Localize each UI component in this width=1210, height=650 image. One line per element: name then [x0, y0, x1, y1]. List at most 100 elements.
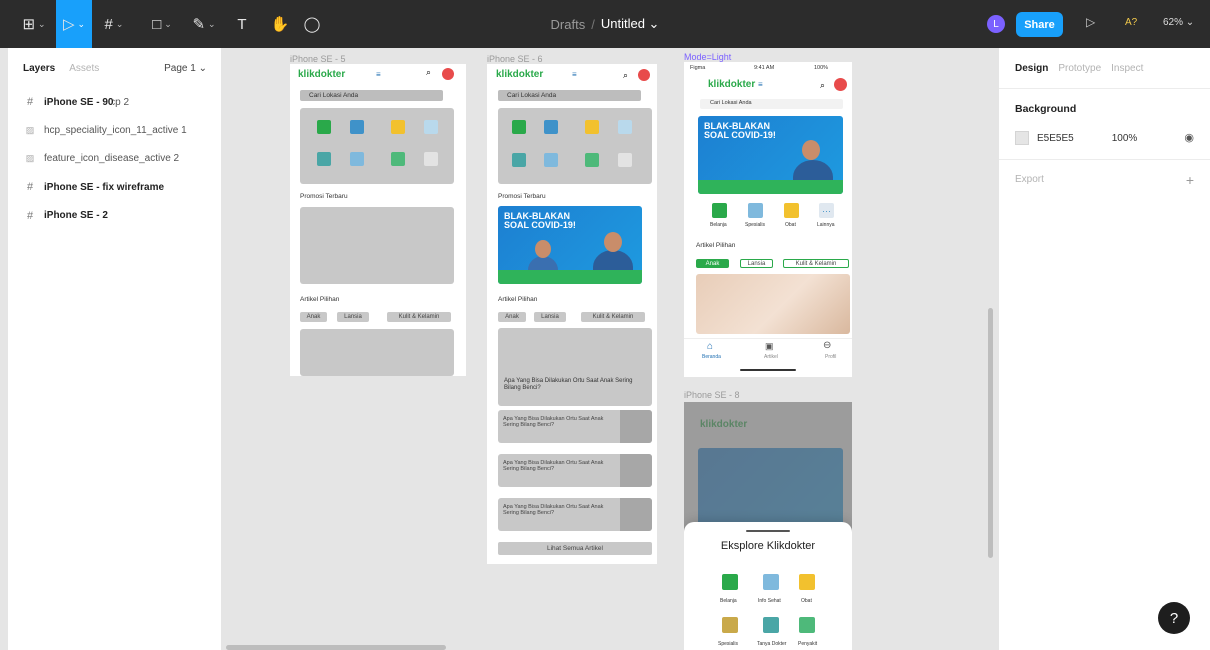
layer-row[interactable]: # iPhone SE - 2	[8, 201, 108, 230]
layer-row[interactable]: # iPhone SE - 9	[8, 88, 108, 117]
promo-title: Promosi Terbaru	[498, 193, 546, 200]
help-button[interactable]: ?	[1158, 602, 1190, 634]
banner-person-head	[802, 140, 820, 160]
menu-icon: ≡	[572, 70, 577, 79]
sheet-handle	[746, 530, 790, 532]
drafts-link[interactable]: Drafts	[551, 17, 586, 32]
tab-design[interactable]: Design	[1015, 63, 1048, 74]
location-text: Cari Lokasi Anda	[507, 92, 557, 99]
page-selector[interactable]: Page 1 ⌄	[164, 63, 207, 74]
breadcrumb-separator: /	[591, 16, 595, 32]
klikdokter-logo: klikdokter	[298, 69, 346, 80]
promo-banner: BLAK-BLAKAN SOAL COVID-19!	[698, 116, 843, 194]
nav-profil: Profil	[825, 354, 837, 360]
chip-lansia: Lansia	[337, 312, 369, 322]
banner-title: BLAK-BLAKAN SOAL COVID-19!	[504, 211, 576, 230]
frame-iphone-se-6[interactable]: klikdokter ≡ ⌕ Cari Lokasi Anda Promosi …	[487, 64, 657, 564]
layer-label: hcp_speciality_icon_11_active 1	[44, 125, 187, 137]
user-avatar[interactable]: L	[987, 15, 1005, 33]
tab-assets[interactable]: Assets	[69, 63, 99, 74]
image-icon: ▨	[25, 125, 35, 136]
article-card: Apa Yang Bisa Dilakukan Ortu Saat Anak S…	[498, 454, 652, 487]
move-tool-button[interactable]: ▷ ⌄	[56, 0, 92, 48]
article-icon: ▣	[765, 341, 774, 351]
nav-beranda: Beranda	[702, 354, 721, 360]
menu-icon: ≡	[376, 70, 381, 79]
see-all-articles-button: Lihat Semua Artikel	[498, 542, 652, 555]
zoom-menu[interactable]: 62% ⌄	[1163, 17, 1194, 28]
layer-row[interactable]: # iPhone SE - fix wireframe	[8, 173, 165, 202]
frame-icon: #	[26, 181, 34, 194]
shape-tool-button[interactable]: □ ⌄	[148, 0, 176, 48]
search-icon: ⌕	[820, 80, 826, 90]
feature-icon	[512, 120, 526, 134]
article-card: Apa Yang Bisa Dilakukan Ortu Saat Anak S…	[498, 410, 652, 443]
pen-tool-button[interactable]: ✎ ⌄	[190, 0, 218, 48]
background-hex-input[interactable]: E5E5E5	[1037, 133, 1074, 144]
tab-layers[interactable]: Layers	[23, 63, 55, 74]
featured-article-title: Apa Yang Bisa Dilakukan Ortu Saat Anak S…	[504, 378, 633, 391]
sheet-item-label: Obat	[801, 598, 812, 604]
feature-icon	[712, 203, 727, 218]
hand-tool-button[interactable]: ✋	[268, 0, 292, 48]
feature-icon	[544, 153, 558, 167]
comment-tool-button[interactable]: ◯	[300, 0, 324, 48]
tab-prototype[interactable]: Prototype	[1058, 63, 1101, 74]
banner-title: BLAK-BLAKAN SOAL COVID-19!	[704, 121, 776, 140]
klikdokter-logo: klikdokter	[708, 79, 756, 90]
layer-label: iPhone SE - 2	[44, 210, 108, 222]
vertical-scrollbar[interactable]	[988, 308, 993, 558]
status-battery: 100%	[814, 65, 829, 71]
chip-kulit: Kulit & Kelamin	[783, 259, 849, 268]
file-name-menu[interactable]: Untitled ⌄	[601, 16, 660, 32]
frame-label[interactable]: iPhone SE - 8	[684, 390, 740, 400]
design-panel: Design Prototype Inspect Background E5E5…	[998, 48, 1210, 650]
promo-title: Promosi Terbaru	[300, 193, 348, 200]
layer-row[interactable]: ▨ feature_icon_disease_active 2	[8, 145, 221, 173]
layer-label: iPhone SE - 9	[44, 96, 108, 108]
font-warning-icon[interactable]: A?	[1125, 17, 1137, 28]
left-panel-tabs: Layers Assets Page 1 ⌄	[8, 48, 221, 88]
add-export-icon[interactable]: +	[1186, 172, 1194, 188]
menu-label: Lainnya	[817, 222, 835, 228]
cursor-icon: ▷	[62, 16, 75, 33]
background-opacity-input[interactable]: 100%	[1112, 133, 1138, 144]
component-label[interactable]: Mode=Light	[684, 52, 731, 62]
horizontal-scrollbar[interactable]	[226, 645, 446, 650]
background-swatch[interactable]	[1015, 131, 1029, 145]
top-toolbar: ⊞ ⌄ ▷ ⌄ # ⌄ □ ⌄ ✎ ⌄ T ✋ ◯ Drafts / Untitled ⌄…	[0, 0, 1210, 48]
banner-footer	[698, 180, 843, 194]
tab-inspect[interactable]: Inspect	[1111, 63, 1143, 74]
profile-avatar	[442, 68, 454, 80]
tanya-dokter-icon	[763, 617, 779, 633]
export-section: Export +	[999, 159, 1210, 199]
article-card: Apa Yang Bisa Dilakukan Ortu Saat Anak S…	[498, 498, 652, 531]
layers-panel: Layers Assets Page 1 ⌄ #iPhone SE - 16#i…	[8, 48, 222, 650]
share-button[interactable]: Share	[1016, 12, 1063, 37]
spesialis-icon	[722, 617, 738, 633]
eye-icon[interactable]: ◉	[1184, 131, 1194, 144]
location-text: Cari Lokasi Anda	[309, 92, 359, 99]
status-time: 9:41 AM	[754, 65, 775, 71]
canvas[interactable]: iPhone SE - 5 klikdokter ≡ ⌕ Cari Lokasi…	[222, 48, 998, 650]
more-icon: ···	[819, 203, 834, 218]
frame-mode-light[interactable]: Figma 9:41 AM 100% klikdokter ≡ ⌕ Cari L…	[684, 62, 852, 377]
rectangle-icon: □	[152, 15, 162, 33]
chip-kulit: Kulit & Kelamin	[387, 312, 451, 322]
banner-footer	[498, 270, 642, 284]
frame-label[interactable]: iPhone SE - 6	[487, 54, 543, 64]
main-menu-button[interactable]: ⊞ ⌄	[20, 0, 48, 48]
frame-label[interactable]: iPhone SE - 5	[290, 54, 346, 64]
status-carrier: Figma	[690, 65, 706, 71]
image-icon: ▨	[25, 153, 35, 164]
frame-iphone-se-5[interactable]: klikdokter ≡ ⌕ Cari Lokasi Anda Promosi …	[290, 64, 466, 376]
frame-tool-button[interactable]: # ⌄	[100, 0, 128, 48]
present-icon[interactable]: ▷	[1086, 15, 1095, 29]
layer-label: iPhone SE - fix wireframe	[44, 181, 165, 193]
file-breadcrumb: Drafts / Untitled ⌄	[500, 0, 710, 48]
frame-iphone-se-8[interactable]: klikdokter Eksplore Klikdokter Belanja I…	[684, 402, 852, 650]
penyakit-icon	[799, 617, 815, 633]
text-tool-button[interactable]: T	[230, 0, 254, 48]
articles-title: Artikel Pilihan	[498, 296, 538, 303]
layer-row[interactable]: ▨ hcp_speciality_icon_11_active 1	[8, 116, 221, 144]
